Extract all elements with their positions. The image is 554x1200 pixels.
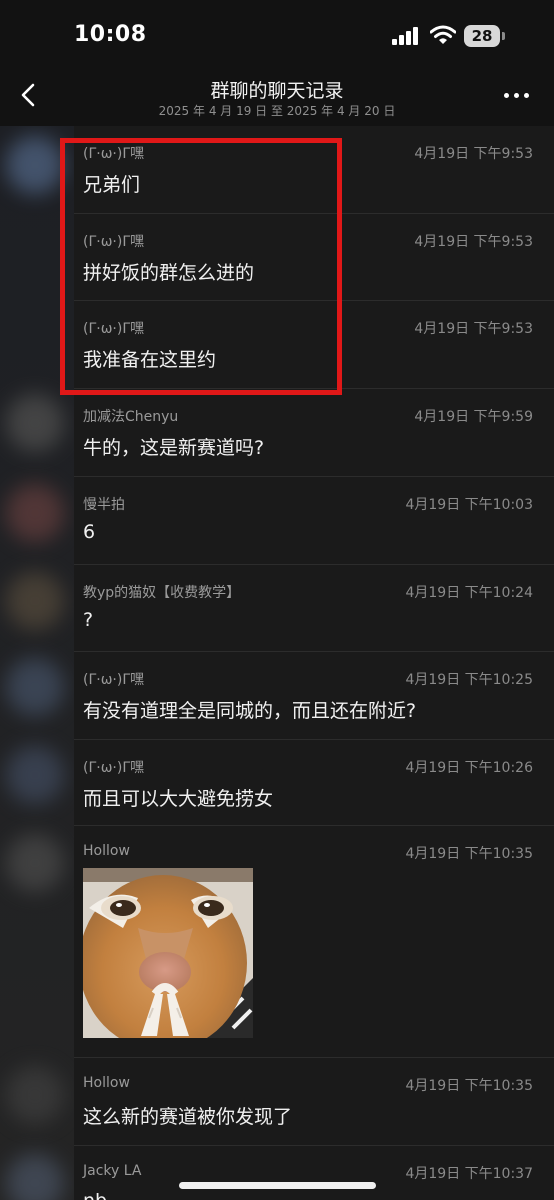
- sender-name: 加减法Chenyu: [83, 409, 179, 425]
- message-text: 我准备在这里约: [83, 349, 217, 371]
- message-row[interactable]: (Γ·ω·)Γ嘿 4月19日 下午10:25 有没有道理全是同城的，而且还在附近…: [74, 652, 554, 740]
- battery-icon: 28: [464, 25, 506, 47]
- sender-name: (Γ·ω·)Γ嘿: [83, 672, 145, 688]
- avatar[interactable]: [6, 136, 64, 194]
- message-row[interactable]: 慢半拍 4月19日 下午10:03 6: [74, 477, 554, 565]
- message-text: 6: [83, 521, 96, 543]
- message-text: 有没有道理全是同城的，而且还在附近?: [83, 700, 417, 722]
- message-time: 4月19日 下午10:37: [405, 1166, 533, 1182]
- wifi-icon: [430, 25, 456, 44]
- message-row[interactable]: (Γ·ω·)Γ嘿 4月19日 下午9:53 我准备在这里约: [74, 301, 554, 389]
- message-text: nb: [83, 1190, 107, 1200]
- sender-name: (Γ·ω·)Γ嘿: [83, 234, 145, 250]
- avatar[interactable]: [6, 394, 64, 452]
- message-text: 兄弟们: [83, 174, 141, 196]
- message-time: 4月19日 下午10:26: [405, 760, 533, 776]
- message-list[interactable]: (Γ·ω·)Γ嘿 4月19日 下午9:53 兄弟们 (Γ·ω·)Γ嘿 4月19日…: [74, 126, 554, 1200]
- message-row[interactable]: Jacky LA 4月19日 下午10:37 nb: [74, 1146, 554, 1200]
- avatar[interactable]: [6, 1154, 64, 1200]
- message-time: 4月19日 下午10:03: [405, 497, 533, 513]
- sender-name: 慢半拍: [83, 497, 125, 513]
- avatar[interactable]: [6, 484, 64, 542]
- message-time: 4月19日 下午9:53: [414, 146, 533, 162]
- sender-name: 教yp的猫奴【收费教学】: [83, 585, 241, 601]
- message-time: 4月19日 下午9:53: [414, 321, 533, 337]
- message-time: 4月19日 下午10:25: [405, 672, 533, 688]
- message-row[interactable]: 加减法Chenyu 4月19日 下午9:59 牛的，这是新赛道吗?: [74, 389, 554, 477]
- status-bar: 10:08 28: [0, 0, 554, 70]
- avatar[interactable]: [6, 1066, 64, 1124]
- message-time: 4月19日 下午9:53: [414, 234, 533, 250]
- message-time: 4月19日 下午10:35: [405, 1078, 533, 1094]
- message-time: 4月19日 下午9:59: [414, 409, 533, 425]
- sender-name: Jacky LA: [83, 1163, 142, 1179]
- message-row[interactable]: Hollow 4月19日 下午10:35: [74, 826, 554, 1058]
- cellular-signal-icon: [392, 27, 420, 45]
- date-range-subtitle: 2025 年 4 月 19 日 至 2025 年 4 月 20 日: [158, 104, 396, 118]
- cat-sticker-image[interactable]: [83, 868, 253, 1038]
- sender-name: Hollow: [83, 1075, 130, 1091]
- message-time: 4月19日 下午10:24: [405, 585, 533, 601]
- message-time: 4月19日 下午10:35: [405, 846, 533, 862]
- avatar[interactable]: [6, 658, 64, 716]
- avatar[interactable]: [6, 572, 64, 630]
- message-row[interactable]: Hollow 4月19日 下午10:35 这么新的赛道被你发现了: [74, 1058, 554, 1146]
- sender-name: (Γ·ω·)Γ嘿: [83, 146, 145, 162]
- message-text: ?: [83, 609, 94, 631]
- battery-level: 28: [464, 25, 500, 47]
- sender-name: (Γ·ω·)Γ嘿: [83, 321, 145, 337]
- avatar-column: [0, 126, 74, 1200]
- message-row[interactable]: (Γ·ω·)Γ嘿 4月19日 下午10:26 而且可以大大避免捞女: [74, 740, 554, 826]
- sender-name: (Γ·ω·)Γ嘿: [83, 760, 145, 776]
- home-indicator[interactable]: [179, 1182, 376, 1189]
- message-row[interactable]: 教yp的猫奴【收费教学】 4月19日 下午10:24 ?: [74, 565, 554, 652]
- sender-name: Hollow: [83, 843, 130, 859]
- message-row[interactable]: (Γ·ω·)Γ嘿 4月19日 下午9:53 拼好饭的群怎么进的: [74, 214, 554, 301]
- message-text: 拼好饭的群怎么进的: [83, 262, 255, 284]
- message-text: 这么新的赛道被你发现了: [83, 1106, 293, 1128]
- more-options-icon[interactable]: [504, 93, 530, 101]
- message-text: 牛的，这是新赛道吗?: [83, 437, 265, 459]
- page-title: 群聊的聊天记录: [210, 80, 344, 102]
- message-text: 而且可以大大避免捞女: [83, 788, 274, 810]
- avatar[interactable]: [6, 834, 64, 892]
- nav-bar: 群聊的聊天记录 2025 年 4 月 19 日 至 2025 年 4 月 20 …: [0, 70, 554, 126]
- avatar[interactable]: [6, 746, 64, 804]
- status-time: 10:08: [74, 22, 147, 47]
- message-row[interactable]: (Γ·ω·)Γ嘿 4月19日 下午9:53 兄弟们: [74, 126, 554, 214]
